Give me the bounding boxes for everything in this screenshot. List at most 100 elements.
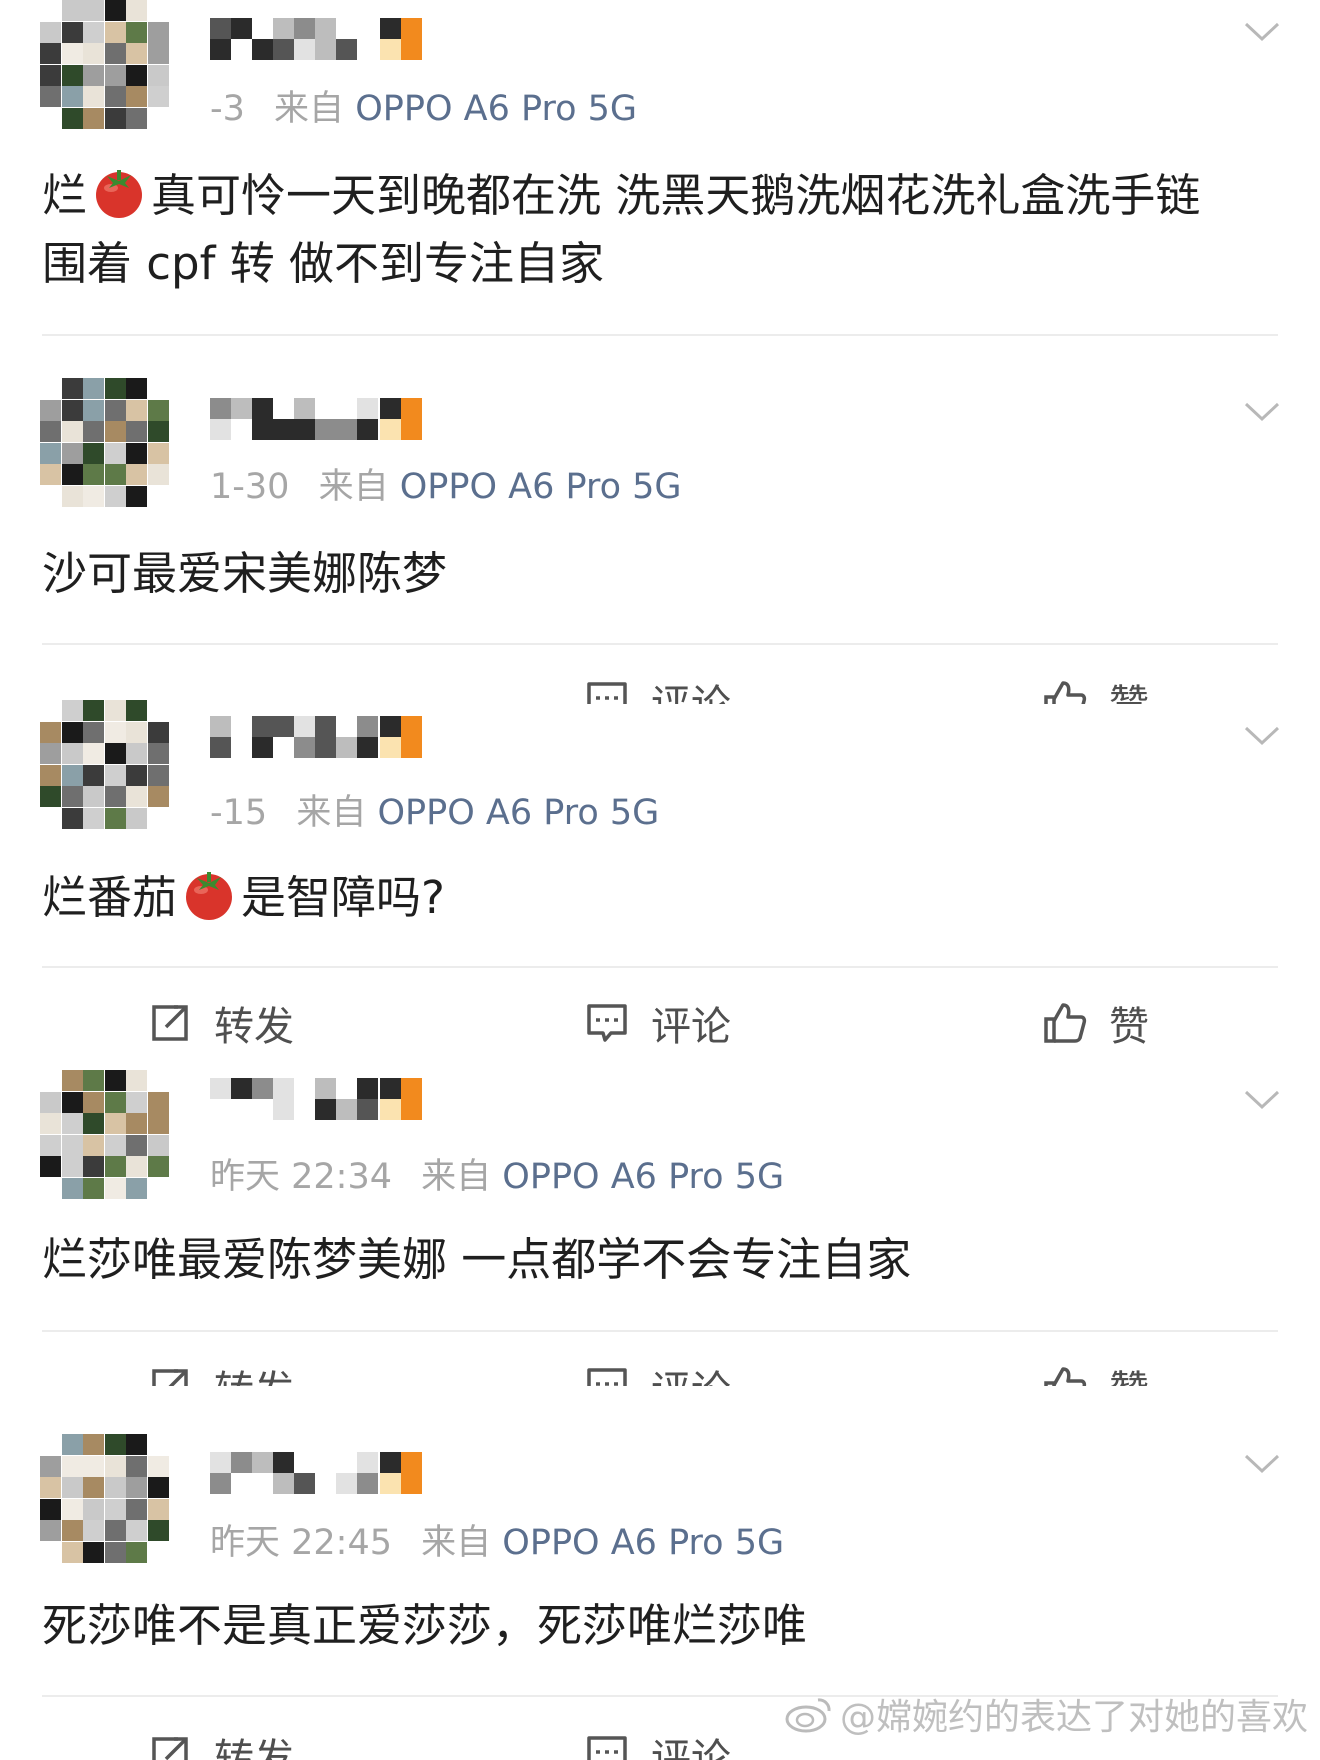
avatar-mosaic-cell [40, 1434, 61, 1455]
avatar-mosaic-cell [148, 1070, 169, 1091]
avatar-mosaic-cell [61, 43, 83, 65]
user-badge-cell [401, 1099, 422, 1120]
username-mosaic[interactable] [210, 716, 450, 760]
username-mosaic-cell [231, 39, 252, 60]
username-mosaic-cell [231, 18, 252, 39]
avatar-mosaic-cell [148, 1520, 169, 1542]
avatar-mosaic-cell [104, 1455, 126, 1477]
username-mosaic-cell [336, 737, 357, 758]
comment-button[interactable]: 评论 [585, 994, 731, 1052]
avatar-mosaic-cell [148, 764, 169, 786]
avatar-mosaic-cell [61, 1070, 83, 1091]
user-badge-cell [401, 1473, 422, 1494]
username-mosaic-cell [357, 419, 378, 440]
avatar-mosaic-cell [104, 378, 126, 399]
username-mosaic[interactable] [210, 398, 450, 442]
comment-label: 评论 [651, 672, 731, 704]
username-mosaic-cell [336, 1078, 357, 1099]
comment-meta: 昨天 22:45 来自 OPPO A6 Pro 5G [210, 1514, 784, 1565]
comment-button[interactable]: 评论 [585, 672, 731, 704]
comment-content: 烂莎唯最爱陈梦美娜 一点都学不会专注自家 [42, 1233, 912, 1286]
avatar-mosaic-cell [104, 1178, 126, 1199]
username-mosaic[interactable] [210, 18, 450, 62]
chevron-down-icon[interactable] [1244, 1090, 1280, 1110]
avatar-mosaic-cell [104, 1434, 126, 1455]
avatar-mosaic-cell [83, 1520, 105, 1542]
username-mosaic-cell [231, 1452, 252, 1473]
avatar-mosaic-cell [83, 43, 105, 65]
avatar[interactable] [40, 1434, 170, 1564]
avatar-mosaic-cell [104, 1498, 126, 1520]
chevron-down-icon[interactable] [1244, 402, 1280, 422]
avatar-mosaic-cell [148, 64, 169, 86]
username-mosaic-cell [252, 1452, 273, 1473]
avatar-mosaic-cell [104, 786, 126, 808]
like-label: 赞 [1109, 672, 1149, 704]
avatar[interactable] [40, 0, 170, 130]
avatar-mosaic-cell [61, 486, 83, 507]
device-link[interactable]: OPPO A6 Pro 5G [502, 1157, 784, 1197]
username-mosaic-cell [210, 716, 231, 737]
avatar-mosaic-cell [148, 1434, 169, 1455]
username-mosaic[interactable] [210, 1452, 450, 1496]
avatar-mosaic-cell [40, 421, 61, 443]
user-badge-cell [401, 398, 422, 419]
avatar-mosaic-cell [104, 700, 126, 721]
username-mosaic-cell [336, 1452, 357, 1473]
chevron-down-icon[interactable] [1244, 1454, 1280, 1474]
device-link[interactable]: OPPO A6 Pro 5G [355, 89, 637, 129]
avatar-mosaic-cell [83, 743, 105, 765]
comment-content-line2: 围着 cpf 转 做不到专注自家 [42, 237, 605, 290]
avatar-mosaic-cell [61, 1178, 83, 1199]
comment-time: 昨天 22:45 [210, 1523, 392, 1563]
username-mosaic-cell [357, 737, 378, 758]
repost-label: 转发 [214, 1004, 294, 1050]
user-badge-cell [401, 1452, 422, 1473]
avatar-mosaic-cell [148, 721, 169, 743]
avatar-mosaic-cell [104, 0, 126, 21]
avatar-mosaic-cell [104, 442, 126, 464]
avatar-mosaic-cell [148, 464, 169, 486]
comment-label: 评论 [651, 1004, 731, 1050]
chevron-down-icon[interactable] [1244, 726, 1280, 746]
avatar-mosaic-cell [83, 1134, 105, 1156]
source-label: 来自 [421, 1523, 492, 1563]
username-mosaic-cell [357, 1078, 378, 1099]
source-label: 来自 [421, 1157, 492, 1197]
user-badge-cell [401, 39, 422, 60]
username-mosaic-cell [336, 398, 357, 419]
user-badge-cell [401, 716, 422, 737]
avatar-mosaic-cell [104, 1134, 126, 1156]
avatar[interactable] [40, 378, 170, 508]
comment-button[interactable]: 评论 [585, 1726, 731, 1760]
avatar-mosaic-cell [83, 808, 105, 829]
chevron-down-icon[interactable] [1244, 22, 1280, 42]
avatar-mosaic-cell [126, 64, 148, 86]
avatar[interactable] [40, 1070, 170, 1200]
username-mosaic-cell [357, 398, 378, 419]
watermark: @嫦婉约的表达了对她的喜欢 [784, 1688, 1308, 1740]
avatar-mosaic-cell [40, 378, 61, 399]
username-mosaic-cell [315, 18, 336, 39]
avatar[interactable] [40, 700, 170, 830]
username-mosaic-cell [294, 1452, 315, 1473]
avatar-mosaic-cell [40, 786, 61, 808]
like-button[interactable]: 赞 [1043, 994, 1149, 1052]
like-button[interactable]: 赞 [1043, 672, 1149, 704]
username-mosaic-cell [273, 398, 294, 419]
divider [42, 966, 1278, 968]
username-mosaic-cell [315, 1099, 336, 1120]
repost-button[interactable]: 转发 [148, 1726, 294, 1760]
username-mosaic-cell [273, 1473, 294, 1494]
avatar-mosaic-cell [61, 21, 83, 43]
device-link[interactable]: OPPO A6 Pro 5G [502, 1523, 784, 1563]
username-mosaic[interactable] [210, 1078, 450, 1122]
avatar-mosaic-cell [83, 1091, 105, 1113]
repost-button[interactable]: 转发 [148, 994, 294, 1052]
avatar-mosaic-cell [61, 700, 83, 721]
device-link[interactable]: OPPO A6 Pro 5G [400, 467, 682, 507]
avatar-mosaic-cell [104, 108, 126, 129]
tomato-emoji-icon [181, 866, 237, 922]
avatar-mosaic-cell [61, 64, 83, 86]
device-link[interactable]: OPPO A6 Pro 5G [377, 793, 659, 833]
